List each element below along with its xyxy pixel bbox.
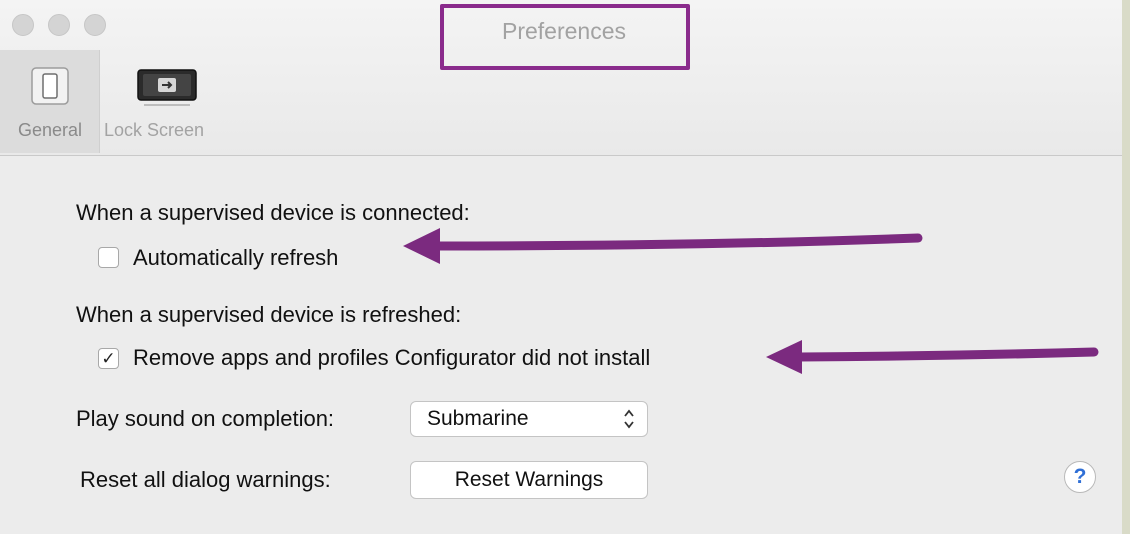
preferences-window: Preferences General Lock Screen When a s…: [0, 0, 1122, 534]
arrow-to-auto-refresh: [403, 228, 923, 264]
annotation-arrows: [403, 228, 1099, 374]
arrow-to-remove-apps: [766, 340, 1099, 374]
screenshot-stage: Preferences General Lock Screen When a s…: [0, 0, 1130, 534]
